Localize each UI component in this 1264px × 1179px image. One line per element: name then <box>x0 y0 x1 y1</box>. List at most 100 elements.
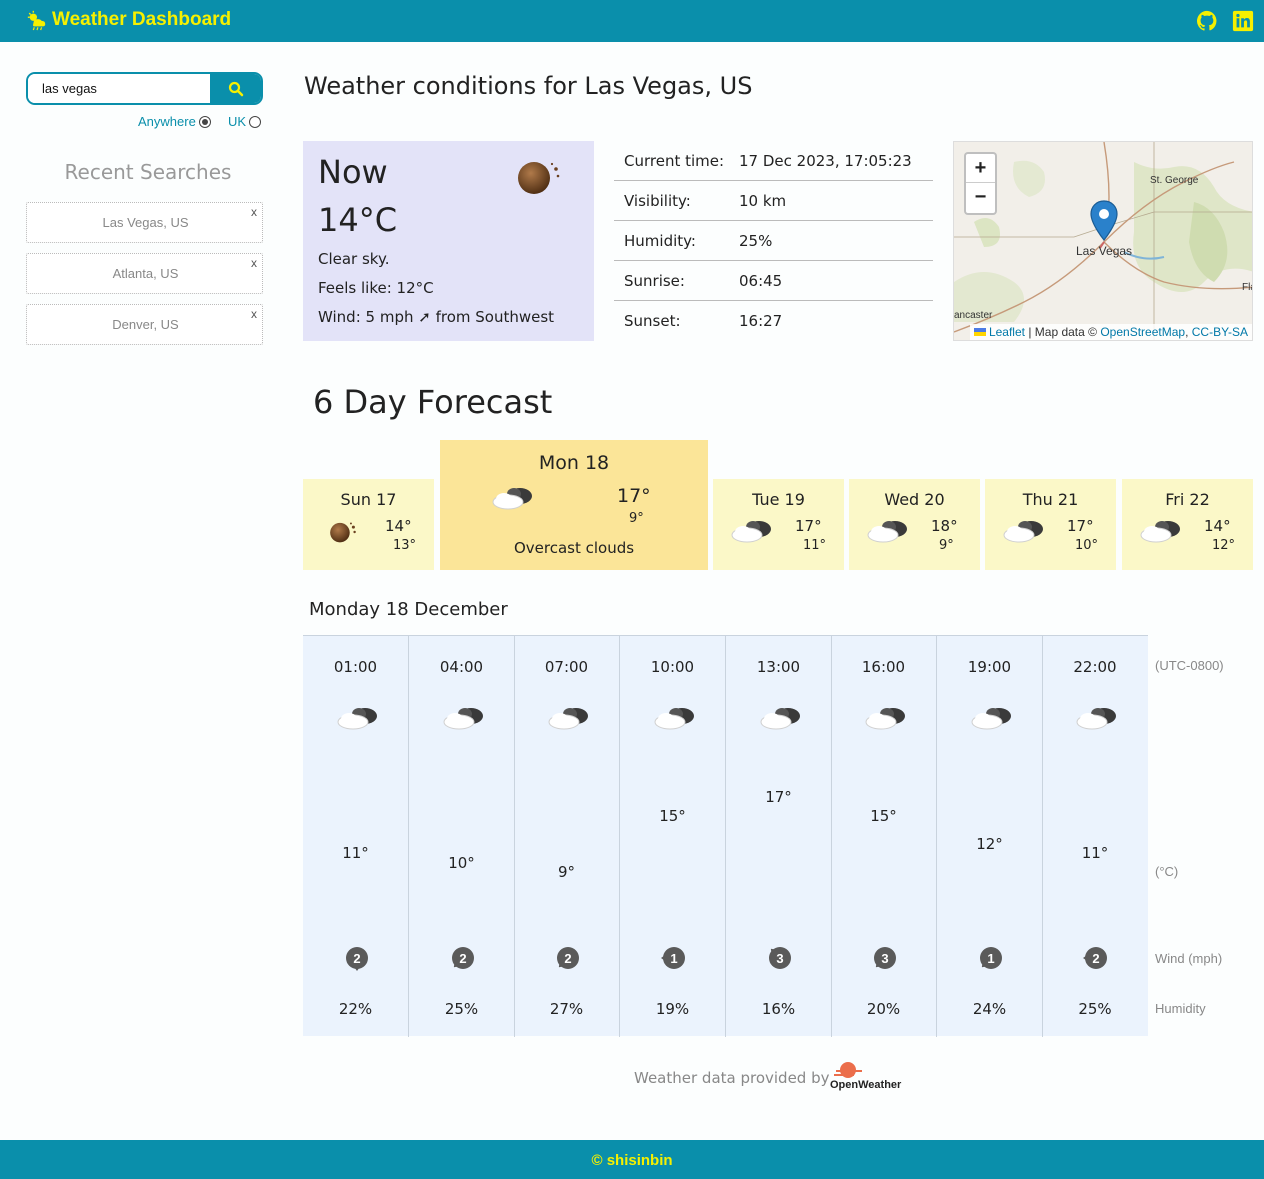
footer-credit[interactable]: © shisinbin <box>0 1152 1264 1169</box>
hour-humidity: 20% <box>866 1000 901 1018</box>
scope-uk-radio[interactable]: UK <box>228 114 262 129</box>
map-zoom-control: + − <box>964 152 997 215</box>
remove-recent-button[interactable]: x <box>251 307 257 321</box>
forecast-low: 13° <box>393 538 417 553</box>
hour-time: 07:00 <box>544 658 589 676</box>
scope-anywhere-radio[interactable]: Anywhere <box>138 114 211 129</box>
overcast-clouds-icon <box>760 708 800 730</box>
footer: © shisinbin <box>0 1140 1264 1179</box>
overcast-clouds-icon <box>443 708 483 730</box>
forecast-high: 14° <box>385 517 412 535</box>
detail-value: 06:45 <box>739 271 783 290</box>
hour-temperature: 15° <box>870 807 897 825</box>
forecast-low: 9° <box>629 511 644 526</box>
hour-temperature: 11° <box>342 844 369 862</box>
search-button[interactable] <box>210 74 261 103</box>
location-map[interactable]: Las Vegas St. George ancaster Fla + − Le… <box>953 141 1253 341</box>
scope-uk-label: UK <box>228 114 247 129</box>
hour-humidity: 16% <box>761 1000 796 1018</box>
map-label-las-vegas: Las Vegas <box>1076 244 1133 258</box>
forecast-day-card[interactable]: Thu 21 17° 10° <box>985 479 1116 570</box>
ukraine-flag-icon <box>973 328 986 336</box>
detail-value: 25% <box>739 231 773 250</box>
overcast-clouds-icon <box>1003 521 1043 543</box>
recent-search-item[interactable]: Denver, US x <box>26 304 263 345</box>
hour-time: 19:00 <box>967 658 1012 676</box>
detail-key: Sunrise: <box>624 271 685 290</box>
wind-speed: 2 <box>557 947 579 969</box>
forecast-day-card[interactable]: Fri 22 14° 12° <box>1122 479 1253 570</box>
linkedin-icon[interactable] <box>1232 10 1254 32</box>
wind-speed: 3 <box>769 947 791 969</box>
app-title: Weather Dashboard <box>52 9 232 30</box>
recent-search-item[interactable]: Las Vegas, US x <box>26 202 263 243</box>
overcast-clouds-icon <box>731 521 771 543</box>
github-icon[interactable] <box>1196 10 1218 32</box>
map-marker-icon[interactable] <box>1090 200 1118 242</box>
hour-temperature: 9° <box>557 863 576 881</box>
forecast-day-card[interactable]: Wed 20 18° 9° <box>849 479 980 570</box>
recent-search-label: Denver, US <box>112 317 179 332</box>
wind-indicator: 2 <box>344 945 370 971</box>
forecast-high: 18° <box>931 517 958 535</box>
wind-speed: 2 <box>1085 947 1107 969</box>
current-temperature: 14°C <box>318 201 398 239</box>
hourly-column: 16:00 15° 3 20% <box>831 636 937 1037</box>
wind-speed: 1 <box>663 947 685 969</box>
wind-speed: 3 <box>874 947 896 969</box>
overcast-clouds-icon <box>865 708 905 730</box>
hour-time: 16:00 <box>861 658 906 676</box>
detail-key: Visibility: <box>624 191 691 210</box>
map-attribution: Leaflet | Map data © OpenStreetMap, CC-B… <box>969 324 1252 340</box>
remove-recent-button[interactable]: x <box>251 205 257 219</box>
detail-value: 16:27 <box>739 312 783 330</box>
radio-anywhere[interactable] <box>198 115 211 128</box>
forecast-low: 12° <box>1212 538 1236 553</box>
wind-speed: 2 <box>346 947 368 969</box>
forecast-day-card[interactable]: Tue 19 17° 11° <box>713 479 844 570</box>
zoom-out-button[interactable]: − <box>966 183 995 212</box>
radio-uk[interactable] <box>249 115 262 128</box>
overcast-clouds-icon <box>867 521 907 543</box>
remove-recent-button[interactable]: x <box>251 256 257 270</box>
data-credit: Weather data provided by <box>634 1069 830 1087</box>
clear-night-icon <box>330 522 356 543</box>
hourly-column: 01:00 11° 2 22% <box>303 636 409 1037</box>
overcast-clouds-icon <box>492 488 532 510</box>
hourly-column: 22:00 11° 2 25% <box>1042 636 1148 1037</box>
search-input[interactable] <box>28 74 210 103</box>
hour-time: 01:00 <box>333 658 378 676</box>
overcast-clouds-icon <box>654 708 694 730</box>
openweather-logo-text[interactable]: OpenWeather <box>830 1079 901 1091</box>
forecast-day-name: Tue 19 <box>752 490 805 509</box>
page-title: Weather conditions for Las Vegas, US <box>304 72 753 100</box>
leaflet-link[interactable]: Leaflet <box>989 325 1025 339</box>
hour-humidity: 27% <box>549 1000 584 1018</box>
wind-indicator: 2 <box>1083 945 1109 971</box>
license-link[interactable]: CC-BY-SA <box>1192 325 1248 339</box>
map-label-fla: Fla <box>1242 282 1252 293</box>
forecast-title: 6 Day Forecast <box>313 383 553 421</box>
wind-indicator: 2 <box>450 945 476 971</box>
forecast-low: 10° <box>1075 538 1099 553</box>
timezone-label: (UTC-0800) <box>1155 658 1224 673</box>
osm-link[interactable]: OpenStreetMap <box>1100 325 1185 339</box>
forecast-day-name: Wed 20 <box>884 490 945 509</box>
search-box <box>26 72 263 105</box>
detail-value: 10 km <box>739 191 787 210</box>
forecast-high: 17° <box>795 517 822 535</box>
hour-humidity: 22% <box>338 1000 373 1018</box>
zoom-in-button[interactable]: + <box>966 154 995 183</box>
map-label-lancaster: ancaster <box>954 310 993 321</box>
hour-temperature: 10° <box>448 854 475 872</box>
recent-search-item[interactable]: Atlanta, US x <box>26 253 263 294</box>
hour-humidity: 25% <box>444 1000 479 1018</box>
forecast-high: 14° <box>1204 517 1231 535</box>
forecast-day-name: Fri 22 <box>1165 490 1210 509</box>
brand[interactable]: Weather Dashboard <box>26 9 231 31</box>
hourly-column: 19:00 12° 1 24% <box>937 636 1043 1037</box>
openweather-logo-icon[interactable] <box>830 1059 910 1079</box>
forecast-day-card[interactable]: Sun 17 14° 13° <box>303 479 434 570</box>
hour-temperature: 11° <box>1081 844 1109 862</box>
hour-time: 13:00 <box>756 658 801 676</box>
